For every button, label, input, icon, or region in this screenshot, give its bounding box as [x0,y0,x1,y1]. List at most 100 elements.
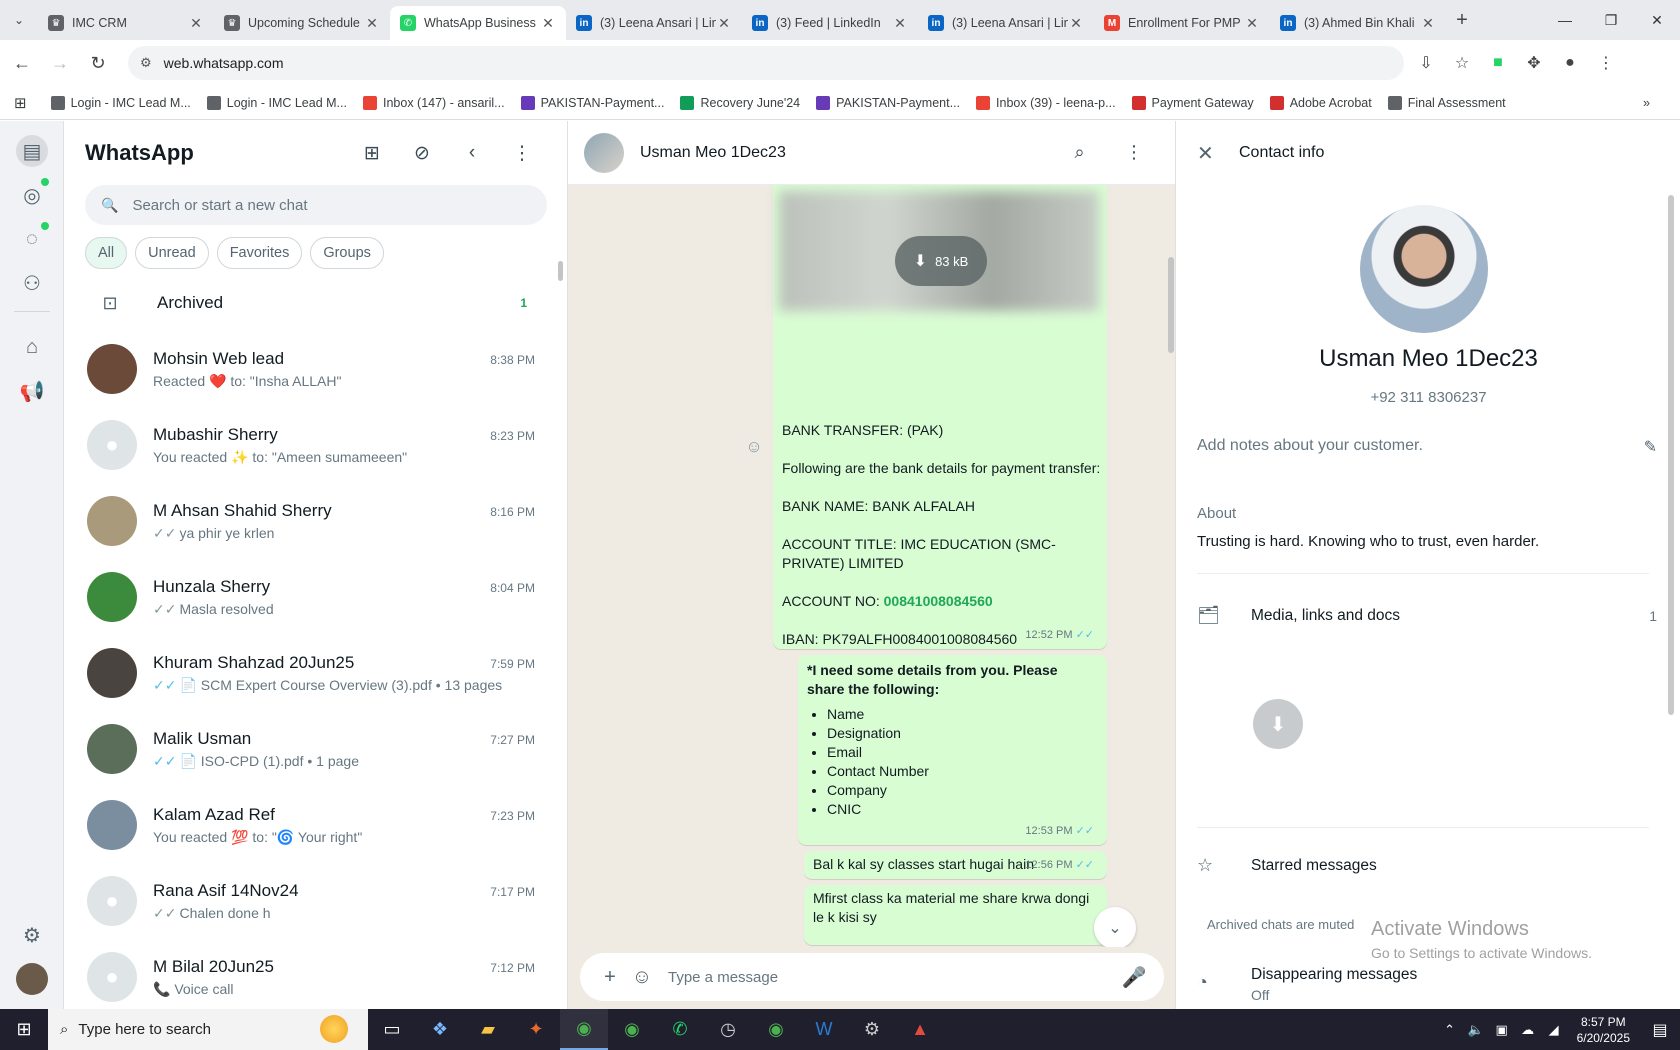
clock-app-icon[interactable]: ◷ [704,1009,752,1050]
tab-search-dropdown-icon[interactable]: ⌄ [0,0,38,40]
chat-row[interactable]: Mohsin Web lead 8:38 PM Reacted ❤️ to: "In… [65,331,567,407]
close-tab-icon[interactable]: ✕ [892,15,908,32]
chrome-icon[interactable]: ◉ [560,1009,608,1050]
restore-icon[interactable]: ❐ [1588,0,1634,40]
scroll-down-chevron-icon[interactable]: ⌄ [1094,907,1136,947]
close-tab-icon[interactable]: ✕ [188,15,204,32]
advertise-megaphone-icon[interactable]: 📢 [16,375,48,407]
chat-row[interactable]: Hunzala Sherry 8:04 PM ✓✓ Masla resolved [65,559,567,635]
reload-icon[interactable]: ↻ [82,47,114,79]
bookmark-item[interactable]: Adobe Acrobat [1269,95,1372,110]
browser-tab[interactable]: in (3) Feed | LinkedIn ✕ [742,6,918,40]
browser-tab[interactable]: in (3) Leena Ansari | Lin ✕ [918,6,1094,40]
archived-row[interactable]: ⊡ Archived 1 [65,275,567,331]
chrome-alt-icon[interactable]: ◉ [752,1009,800,1050]
browser-tab[interactable]: ✆ WhatsApp Business ✕ [390,6,566,40]
filter-chip[interactable]: Unread [135,237,209,269]
app-icon[interactable]: ✦ [512,1009,560,1050]
new-chat-icon[interactable]: ⊞ [347,142,397,165]
download-image-button[interactable]: ⬇ 83 kB [895,236,987,286]
browser-tab[interactable]: in (3) Leena Ansari | Lin ✕ [566,6,742,40]
contact-info-scrollbar[interactable] [1668,195,1674,715]
browser-menu-icon[interactable]: ⋮ [1588,47,1624,79]
menu-icon[interactable]: ⋮ [497,142,547,165]
conversation-avatar[interactable] [584,132,624,173]
close-tab-icon[interactable]: ✕ [540,15,556,32]
meet-icon[interactable]: ▣ [1489,1022,1515,1038]
new-tab-button[interactable]: + [1446,9,1478,32]
bookmark-item[interactable]: Payment Gateway [1131,95,1254,110]
bookmark-overflow-icon[interactable]: » [1643,96,1650,110]
chat-row[interactable]: ● Rana Asif 14Nov24 7:17 PM ✓✓ Chalen done h [65,863,567,939]
chat-row[interactable]: Kalam Azad Ref 7:23 PM You reacted 💯 to: "… [65,787,567,863]
onedrive-icon[interactable]: ☁ [1515,1022,1541,1038]
copilot-icon[interactable]: ❖ [416,1009,464,1050]
apps-grid-icon[interactable]: ⊞ [14,94,27,112]
minimize-icon[interactable]: — [1542,0,1588,40]
catalog-store-icon[interactable]: ⌂ [16,331,48,363]
disappearing-messages-row[interactable]: ◔ Disappearing messages Off [1197,966,1657,1003]
media-download-icon[interactable]: ⬇ [1253,699,1303,749]
conversation-name[interactable]: Usman Meo 1Dec23 [640,144,1055,162]
message-composer[interactable]: + ☺ Type a message 🎤 [580,953,1164,1001]
conversation-menu-icon[interactable]: ⋮ [1109,142,1159,163]
react-emoji-icon[interactable]: ☺ [742,437,766,461]
filter-chip[interactable]: Favorites [216,237,303,269]
edit-pencil-icon[interactable]: ✎ [1644,437,1657,457]
browser-tab[interactable]: M Enrollment For PMP ✕ [1094,6,1270,40]
bookmark-item[interactable]: Inbox (147) - ansaril... [362,95,505,110]
close-tab-icon[interactable]: ✕ [364,15,380,32]
bookmark-item[interactable]: PAKISTAN-Payment... [520,95,664,110]
settings-gear-icon[interactable]: ⚙ [16,919,48,951]
chat-row[interactable]: Khuram Shahzad 20Jun25 7:59 PM ✓✓ 📄 SCM Exp… [65,635,567,711]
chevron-left-icon[interactable]: ‹ [447,142,497,165]
taskbar-clock[interactable]: 8:57 PM 6/20/2025 [1577,1014,1630,1046]
whatsapp-icon[interactable]: ✆ [656,1009,704,1050]
browser-tab[interactable]: in (3) Ahmed Bin Khali ✕ [1270,6,1446,40]
windows-start-icon[interactable]: ⊞ [0,1019,48,1040]
chat-list-scrollbar[interactable] [558,261,563,281]
browser-tab[interactable]: ♛ Upcoming Schedule ✕ [214,6,390,40]
starred-messages-row[interactable]: ☆ Starred messages [1197,855,1657,876]
account-number-link[interactable]: 00841008084560 [884,593,993,609]
close-tab-icon[interactable]: ✕ [1420,15,1436,32]
whatsapp-extension-icon[interactable]: ■ [1480,47,1516,79]
hide-eye-icon[interactable]: ⊘ [397,142,447,165]
task-view-icon[interactable]: ▭ [368,1009,416,1050]
filter-chip[interactable]: All [85,237,128,269]
weather-sun-icon[interactable] [320,1015,348,1043]
bookmark-item[interactable]: Final Assessment [1387,95,1506,110]
close-tab-icon[interactable]: ✕ [1068,15,1084,32]
back-icon[interactable]: ← [6,47,38,79]
bookmark-item[interactable]: Login - IMC Lead M... [206,95,347,110]
url-bar[interactable]: ⚙ web.whatsapp.com [128,46,1404,80]
search-icon[interactable]: ⌕ [1055,142,1105,163]
word-icon[interactable]: W [800,1009,848,1050]
forward-icon[interactable]: → [44,47,76,79]
settings-icon[interactable]: ⚙ [848,1009,896,1050]
notes-field[interactable]: Add notes about your customer. ✎ [1197,437,1657,457]
communities-icon[interactable]: ⚇ [16,267,48,299]
close-icon[interactable]: ✕ [1197,141,1227,166]
chat-row[interactable]: M Ahsan Shahid Sherry 8:16 PM ✓✓ ya phir ye… [65,483,567,559]
chats-icon[interactable]: ▤ [16,135,48,167]
network-icon[interactable]: ◢ [1541,1022,1567,1038]
chat-row[interactable]: ● Mubashir Sherry 8:23 PM You reacted ✨ to:… [65,407,567,483]
install-app-icon[interactable]: ⇩ [1408,47,1444,79]
microphone-icon[interactable]: 🎤 [1118,965,1150,990]
contact-photo[interactable] [1360,205,1488,333]
tray-chevron-icon[interactable]: ⌃ [1437,1022,1463,1038]
bookmark-item[interactable]: Inbox (39) - leena-p... [976,95,1116,110]
notifications-icon[interactable]: ▤ [1640,1020,1680,1040]
media-links-docs-row[interactable]: 🗂 Media, links and docs 1 [1197,605,1657,626]
bookmark-item[interactable]: Recovery June'24 [680,95,800,110]
close-tab-icon[interactable]: ✕ [1244,15,1260,32]
file-explorer-icon[interactable]: ▰ [464,1009,512,1050]
volume-icon[interactable]: 🔈 [1463,1022,1489,1038]
bookmark-item[interactable]: Login - IMC Lead M... [50,95,191,110]
message-scrollbar[interactable] [1168,257,1174,353]
taskbar-search-input[interactable]: ⌕ Type here to search [48,1009,368,1050]
message-input[interactable]: Type a message [668,969,1118,986]
sticker-emoji-icon[interactable]: ☺ [626,966,658,989]
bookmark-star-icon[interactable]: ☆ [1444,47,1480,79]
